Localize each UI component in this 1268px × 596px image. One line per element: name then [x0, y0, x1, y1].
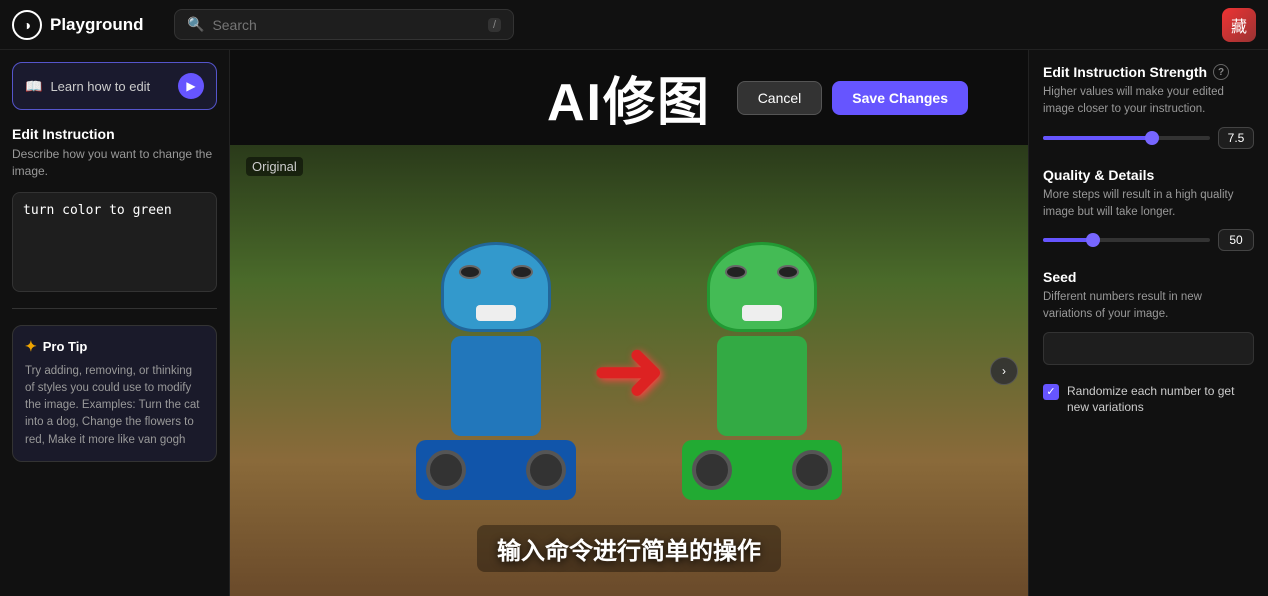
edit-instruction-desc: Describe how you want to change the imag… [12, 146, 217, 180]
learn-btn-left: 📖 Learn how to edit [25, 78, 150, 95]
header: ◑ Playground 🔍 / 藏 [0, 0, 1268, 50]
play-triangle: ▶ [186, 79, 195, 93]
left-frog-group [416, 242, 576, 500]
quality-slider-track[interactable] [1043, 238, 1210, 242]
right-wheel-back [792, 450, 832, 490]
seed-section: Seed Different numbers result in new var… [1043, 269, 1254, 365]
quality-slider-row: 50 [1043, 229, 1254, 251]
center-area: AI修图 Cancel Save Changes [230, 50, 1028, 596]
right-frog-group [682, 242, 842, 500]
right-motorcycle [682, 440, 842, 500]
right-wheel-front [692, 450, 732, 490]
quality-title: Quality & Details [1043, 167, 1254, 183]
main-layout: 📖 Learn how to edit ▶ Edit Instruction D… [0, 50, 1268, 596]
page-title: AI修图 [547, 60, 711, 135]
strength-slider-thumb [1145, 131, 1159, 145]
quality-section: Quality & Details More steps will result… [1043, 167, 1254, 252]
search-bar[interactable]: 🔍 / [174, 9, 514, 40]
edit-instruction-section: Edit Instruction Describe how you want t… [12, 122, 217, 180]
user-avatar[interactable]: 藏 [1222, 8, 1256, 42]
learn-how-to-edit-button[interactable]: 📖 Learn how to edit ▶ [12, 62, 217, 110]
overlay-text: 输入命令进行简单的操作 [477, 525, 781, 572]
search-kbd: / [488, 18, 501, 32]
original-label: Original [246, 157, 303, 176]
randomize-row: ✓ Randomize each number to get new varia… [1043, 383, 1254, 417]
seed-input[interactable] [1043, 332, 1254, 365]
left-wheel-back [526, 450, 566, 490]
cancel-button[interactable]: Cancel [737, 81, 823, 115]
left-motorcycle [416, 440, 576, 500]
right-mouth [742, 305, 782, 321]
quality-desc: More steps will result in a high quality… [1043, 187, 1254, 222]
quality-value: 50 [1218, 229, 1254, 251]
arrow-icon: ➜ [591, 326, 666, 416]
left-goggle-left [459, 265, 481, 279]
separator [12, 308, 217, 309]
pro-tip-card: ✦ Pro Tip Try adding, removing, or think… [12, 325, 217, 462]
seed-title: Seed [1043, 269, 1254, 285]
edit-instruction-title: Edit Instruction [12, 126, 217, 142]
right-goggle-right [777, 265, 799, 279]
right-sidebar: Edit Instruction Strength ? Higher value… [1028, 50, 1268, 596]
left-frog-head [441, 242, 551, 332]
save-changes-button[interactable]: Save Changes [832, 81, 968, 115]
strength-info-icon[interactable]: ? [1213, 64, 1229, 80]
strength-desc: Higher values will make your edited imag… [1043, 84, 1254, 119]
strength-value: 7.5 [1218, 127, 1254, 149]
left-frog-body [451, 336, 541, 436]
strength-section: Edit Instruction Strength ? Higher value… [1043, 64, 1254, 149]
left-mouth [476, 305, 516, 321]
pro-tip-text: Try adding, removing, or thinking of sty… [25, 363, 204, 449]
strength-slider-fill [1043, 136, 1152, 140]
seed-desc: Different numbers result in new variatio… [1043, 289, 1254, 324]
left-sidebar: 📖 Learn how to edit ▶ Edit Instruction D… [0, 50, 230, 596]
learn-label: Learn how to edit [50, 79, 150, 94]
play-icon: ▶ [178, 73, 204, 99]
search-input[interactable] [212, 17, 480, 33]
title-bar: AI修图 Cancel Save Changes [230, 50, 1028, 145]
quality-slider-thumb [1086, 233, 1100, 247]
star-icon: ✦ [25, 338, 37, 355]
strength-title: Edit Instruction Strength ? [1043, 64, 1254, 80]
left-goggle-right [511, 265, 533, 279]
logo-icon: ◑ [12, 10, 42, 40]
expand-button[interactable]: › [990, 357, 1018, 385]
image-area: ➜ Original 输入命令进行简单的操 [230, 145, 1028, 596]
pro-tip-title: Pro Tip [43, 339, 88, 354]
search-icon: 🔍 [187, 16, 204, 33]
right-frog-body [717, 336, 807, 436]
logo-text: Playground [50, 15, 144, 35]
book-icon: 📖 [25, 78, 42, 95]
strength-slider-row: 7.5 [1043, 127, 1254, 149]
logo-area: ◑ Playground [12, 10, 162, 40]
instruction-textarea[interactable]: turn color to green [12, 192, 217, 292]
action-buttons: Cancel Save Changes [737, 81, 968, 115]
randomize-label: Randomize each number to get new variati… [1067, 383, 1254, 417]
header-right: 藏 [1222, 8, 1256, 42]
right-goggle-left [725, 265, 747, 279]
left-wheel-front [426, 450, 466, 490]
pro-tip-header: ✦ Pro Tip [25, 338, 204, 355]
randomize-checkbox[interactable]: ✓ [1043, 384, 1059, 400]
right-frog-head [707, 242, 817, 332]
strength-slider-track[interactable] [1043, 136, 1210, 140]
